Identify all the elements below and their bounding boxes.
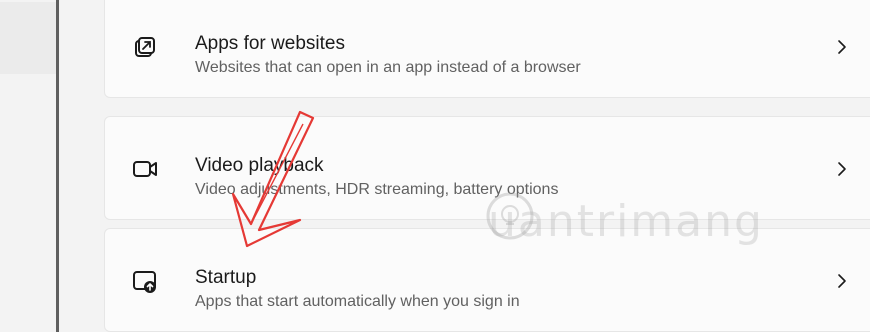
card-title: Video playback	[195, 155, 324, 176]
chevron-right-icon	[838, 40, 846, 54]
card-title: Startup	[195, 267, 257, 288]
chevron-right-icon	[838, 162, 846, 176]
navigation-pane	[0, 0, 57, 332]
nav-selected-item[interactable]	[0, 2, 57, 74]
apps-for-websites-card[interactable]: Apps for websites Websites that can open…	[104, 0, 870, 98]
card-subtitle: Video adjustments, HDR streaming, batter…	[195, 181, 559, 198]
chevron-right-icon	[838, 274, 846, 288]
card-subtitle: Apps that start automatically when you s…	[195, 293, 520, 310]
open-external-square-icon	[135, 37, 155, 57]
startup-card[interactable]: Startup Apps that start automatically wh…	[104, 228, 870, 332]
startup-icon	[133, 271, 156, 293]
card-subtitle: Websites that can open in an app instead…	[195, 59, 581, 76]
card-title: Apps for websites	[195, 33, 345, 54]
settings-content: Apps for websites Websites that can open…	[59, 0, 870, 332]
video-playback-card[interactable]: Video playback Video adjustments, HDR st…	[104, 116, 870, 220]
video-camera-icon	[133, 161, 157, 177]
